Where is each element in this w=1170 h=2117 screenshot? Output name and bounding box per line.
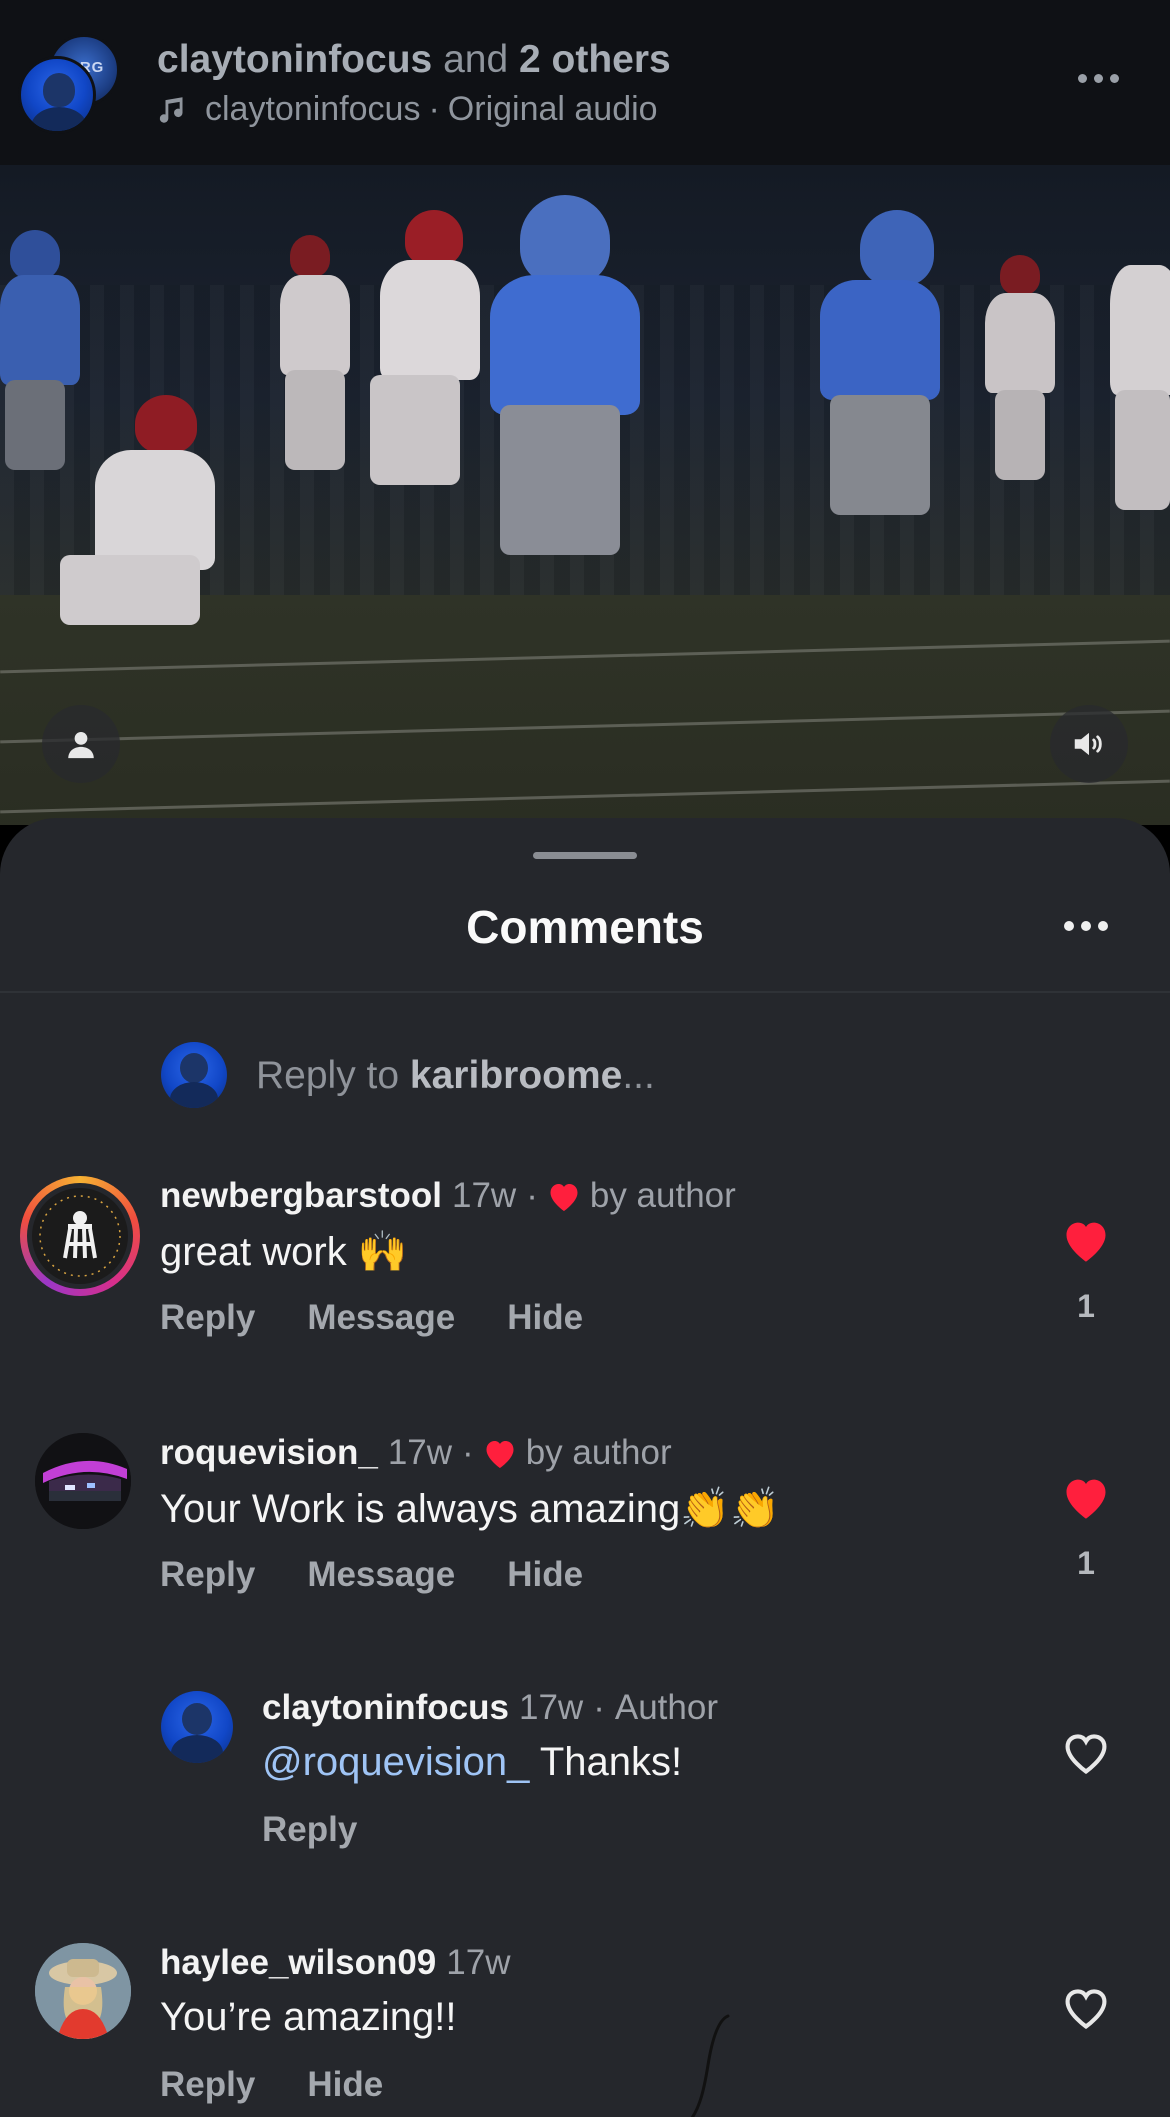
comment-username[interactable]: newbergbarstool — [160, 1176, 442, 1216]
sheet-drag-handle[interactable] — [533, 852, 637, 859]
pen-stroke — [690, 2014, 730, 2117]
comment-text: You’re amazing!! — [160, 1995, 457, 2039]
heart-icon — [550, 1184, 578, 1211]
audio-line[interactable]: claytoninfocus · Original audio — [157, 90, 658, 129]
avatar[interactable] — [161, 1691, 233, 1763]
heart-icon[interactable] — [1060, 1983, 1112, 2031]
reply-ellipsis: ... — [622, 1054, 655, 1097]
reply-username: karibroome — [409, 1054, 623, 1097]
reply-input[interactable]: Reply to karibroome... — [256, 1054, 655, 1098]
divider — [0, 991, 1170, 993]
barstool-logo-icon — [32, 1188, 128, 1284]
heart-icon[interactable] — [1060, 1728, 1112, 1776]
comment-actions: Reply Message Hide — [160, 1555, 583, 1595]
comment-text: great work 🙌 — [160, 1230, 408, 1274]
comment-time: 17w — [451, 1176, 517, 1215]
audio-separator: · — [428, 90, 440, 128]
reel-owner-line[interactable]: claytoninfocus and 2 others — [157, 38, 671, 82]
comment-actions: Reply Message Hide — [160, 1298, 583, 1338]
comment-meta: claytoninfocus 17w · Author — [262, 1688, 718, 1728]
comment-meta: roquevision_ 17w · by author — [160, 1433, 672, 1473]
comment-item: roquevision_ 17w · by author Your Work i… — [0, 1433, 1170, 1633]
reply-prefix: Reply to — [256, 1054, 400, 1097]
comment-text: @roquevision_ Thanks! — [262, 1740, 682, 1785]
heart-icon — [486, 1441, 514, 1468]
comment-meta: newbergbarstool 17w · by author — [160, 1176, 736, 1216]
liked-by-author: by author — [525, 1433, 672, 1472]
reply-button[interactable]: Reply — [160, 1298, 255, 1338]
comment-item: newbergbarstool 17w · by author great wo… — [0, 1176, 1170, 1376]
heart-icon[interactable] — [1060, 1473, 1112, 1521]
author-badge: Author — [614, 1688, 718, 1727]
others-count[interactable]: 2 others — [519, 38, 671, 81]
like-count: 1 — [1077, 1545, 1095, 1581]
reel-video[interactable] — [0, 165, 1170, 825]
comment-body: Thanks! — [529, 1740, 683, 1784]
hide-button[interactable]: Hide — [307, 2065, 383, 2105]
tagged-people-button[interactable] — [42, 705, 120, 783]
music-note-icon — [159, 96, 183, 123]
owner-username[interactable]: claytoninfocus — [157, 38, 432, 81]
reel-header: BERG claytoninfocus and 2 others clayton… — [0, 0, 1170, 165]
avatar[interactable] — [35, 1433, 131, 1529]
video-field — [0, 595, 1170, 825]
reply-button[interactable]: Reply — [262, 1810, 357, 1850]
mute-button[interactable] — [1050, 705, 1128, 783]
avatar-story-ring[interactable] — [20, 1176, 140, 1296]
reply-button[interactable]: Reply — [160, 1555, 255, 1595]
comment-item: haylee_wilson09 17w You’re amazing!! Rep… — [0, 1943, 1170, 2117]
heart-icon[interactable] — [1060, 1216, 1112, 1264]
sheet-title: Comments — [466, 901, 704, 953]
meta-separator: · — [462, 1433, 474, 1472]
meta-separator: · — [593, 1688, 605, 1727]
message-button[interactable]: Message — [307, 1298, 455, 1338]
reply-button[interactable]: Reply — [160, 2065, 255, 2105]
comment-username[interactable]: roquevision_ — [160, 1433, 378, 1473]
more-icon[interactable] — [1078, 74, 1119, 83]
message-button[interactable]: Message — [307, 1555, 455, 1595]
audio-username: claytoninfocus — [205, 90, 421, 128]
comments-sheet: Comments Reply to karibroome... newbergb… — [0, 818, 1170, 2117]
comment-username[interactable]: haylee_wilson09 — [160, 1943, 436, 1983]
mention-link[interactable]: @roquevision_ — [262, 1740, 529, 1784]
avatar — [161, 1042, 227, 1108]
collab-avatars[interactable]: BERG — [18, 34, 120, 134]
comment-reply-item: claytoninfocus 17w · Author @roquevision… — [0, 1688, 1170, 1888]
more-icon[interactable] — [1064, 921, 1108, 931]
comment-actions: Reply Hide — [160, 2065, 383, 2105]
comment-text: Your Work is always amazing👏👏 — [160, 1487, 780, 1531]
hide-button[interactable]: Hide — [507, 1555, 583, 1595]
comment-time: 17w — [518, 1688, 584, 1727]
audio-label: Original audio — [447, 90, 658, 128]
comment-actions: Reply — [262, 1810, 357, 1850]
comment-time: 17w — [387, 1433, 453, 1472]
hide-button[interactable]: Hide — [507, 1298, 583, 1338]
comment-username[interactable]: claytoninfocus — [262, 1688, 509, 1728]
avatar[interactable] — [35, 1943, 131, 2039]
like-count: 1 — [1077, 1288, 1095, 1324]
and-text: and — [443, 38, 509, 81]
comment-meta: haylee_wilson09 17w — [160, 1943, 510, 1983]
speaker-muted-icon — [1074, 732, 1102, 756]
meta-separator: · — [526, 1176, 538, 1215]
liked-by-author: by author — [589, 1176, 736, 1215]
person-icon — [68, 731, 94, 759]
avatar-primary — [18, 56, 96, 134]
comment-time: 17w — [446, 1943, 511, 1982]
